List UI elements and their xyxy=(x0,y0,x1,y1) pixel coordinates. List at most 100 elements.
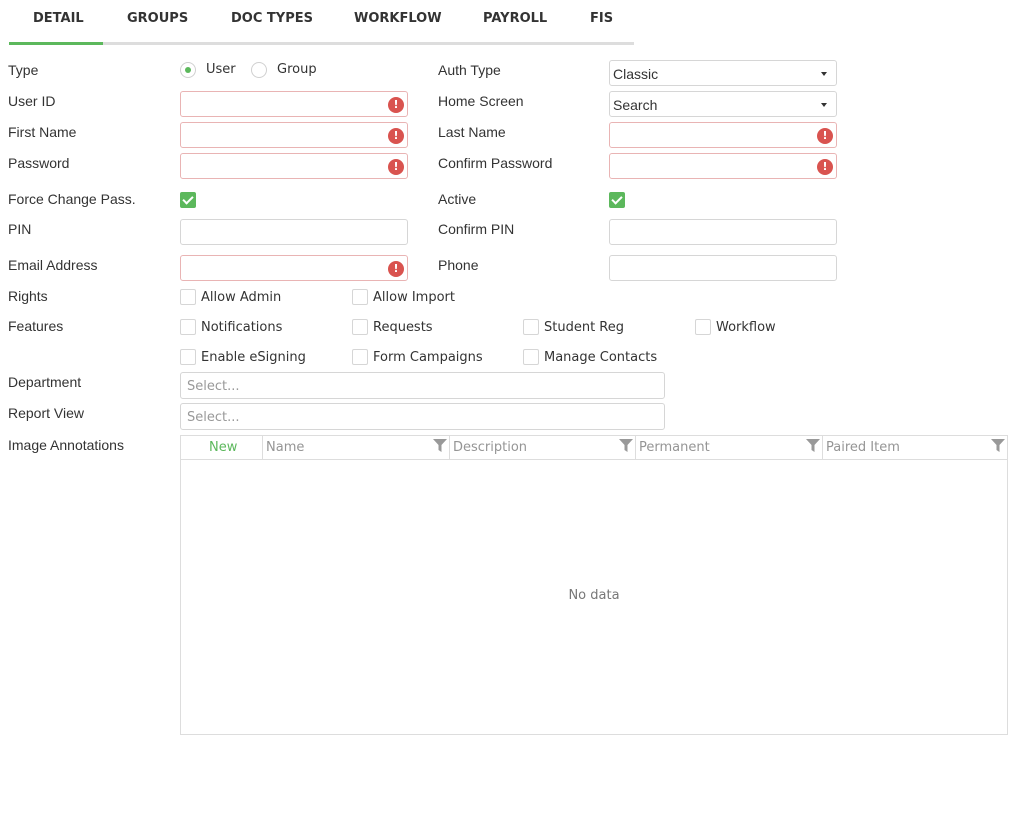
report-view-select[interactable]: Select... xyxy=(180,403,665,430)
pin-field-wrapper xyxy=(180,219,408,245)
force-change-label: Force Change Pass. xyxy=(8,191,136,207)
confirm-password-label: Confirm Password xyxy=(438,155,553,171)
force-change-checkbox[interactable] xyxy=(180,192,196,208)
tab-doc-types[interactable]: DOC TYPES xyxy=(231,11,313,33)
manage-contacts-checkbox[interactable] xyxy=(523,349,539,365)
rights-label: Rights xyxy=(8,288,48,304)
user-id-field-wrapper: ! xyxy=(180,91,408,117)
tab-payroll[interactable]: PAYROLL xyxy=(483,11,547,33)
phone-field[interactable] xyxy=(610,256,836,280)
error-icon: ! xyxy=(388,261,404,277)
filter-icon[interactable] xyxy=(619,439,633,452)
notifications-checkbox[interactable] xyxy=(180,319,196,335)
tab-groups[interactable]: GROUPS xyxy=(127,11,188,33)
error-icon: ! xyxy=(817,159,833,175)
grid-command-column: New xyxy=(181,436,262,460)
enable-esigning-label[interactable]: Enable eSigning xyxy=(201,350,306,365)
home-screen-select[interactable]: Search xyxy=(609,91,837,117)
column-header-label: Description xyxy=(453,440,528,455)
password-label: Password xyxy=(8,155,70,171)
student-reg-label[interactable]: Student Reg xyxy=(544,320,624,335)
allow-import-checkbox[interactable] xyxy=(352,289,368,305)
allow-admin-label[interactable]: Allow Admin xyxy=(201,290,281,305)
auth-type-value: Classic xyxy=(613,66,659,82)
department-label: Department xyxy=(8,374,82,390)
type-user-radio[interactable] xyxy=(180,62,196,78)
last-name-field-wrapper: ! xyxy=(609,122,837,148)
student-reg-checkbox[interactable] xyxy=(523,319,539,335)
error-icon: ! xyxy=(388,159,404,175)
column-header-description[interactable]: Description xyxy=(449,436,635,460)
column-header-paired-item[interactable]: Paired Item xyxy=(822,436,1007,460)
home-screen-value: Search xyxy=(613,97,658,113)
active-label: Active xyxy=(438,191,477,207)
email-label: Email Address xyxy=(8,257,98,273)
grid-empty-message: No data xyxy=(568,588,620,603)
pin-field[interactable] xyxy=(181,220,407,244)
active-checkbox[interactable] xyxy=(609,192,625,208)
confirm-password-field-wrapper: ! xyxy=(609,153,837,179)
user-id-field[interactable] xyxy=(181,92,407,116)
allow-import-label[interactable]: Allow Import xyxy=(373,290,455,305)
password-field-wrapper: ! xyxy=(180,153,408,179)
tab-fis[interactable]: FIS xyxy=(590,11,613,33)
home-screen-label: Home Screen xyxy=(438,93,524,109)
filter-icon[interactable] xyxy=(806,439,820,452)
type-group-radio[interactable] xyxy=(251,62,267,78)
column-header-label: Paired Item xyxy=(826,440,900,455)
report-view-placeholder: Select... xyxy=(187,410,240,425)
last-name-label: Last Name xyxy=(438,124,506,140)
grid-header: New Name Description Permanent Paired It… xyxy=(181,436,1007,460)
requests-checkbox[interactable] xyxy=(352,319,368,335)
department-placeholder: Select... xyxy=(187,379,240,394)
confirm-pin-field-wrapper xyxy=(609,219,837,245)
workflow-label[interactable]: Workflow xyxy=(716,320,776,335)
notifications-label[interactable]: Notifications xyxy=(201,320,282,335)
new-button[interactable]: New xyxy=(209,440,237,455)
column-header-name[interactable]: Name xyxy=(262,436,449,460)
workflow-checkbox[interactable] xyxy=(695,319,711,335)
manage-contacts-label[interactable]: Manage Contacts xyxy=(544,350,657,365)
enable-esigning-checkbox[interactable] xyxy=(180,349,196,365)
requests-label[interactable]: Requests xyxy=(373,320,433,335)
auth-type-select[interactable]: Classic xyxy=(609,60,837,86)
features-label: Features xyxy=(8,318,64,334)
pin-label: PIN xyxy=(8,221,32,237)
active-tab-indicator xyxy=(9,42,103,45)
confirm-password-field[interactable] xyxy=(610,154,836,178)
allow-admin-checkbox[interactable] xyxy=(180,289,196,305)
phone-field-wrapper xyxy=(609,255,837,281)
error-icon: ! xyxy=(388,97,404,113)
email-field[interactable] xyxy=(181,256,407,280)
chevron-down-icon xyxy=(821,72,827,76)
filter-icon[interactable] xyxy=(433,439,447,452)
auth-type-label: Auth Type xyxy=(438,62,501,78)
department-select[interactable]: Select... xyxy=(180,372,665,399)
confirm-pin-field[interactable] xyxy=(610,220,836,244)
tab-detail[interactable]: DETAIL xyxy=(33,11,84,33)
first-name-field[interactable] xyxy=(181,123,407,147)
type-label: Type xyxy=(8,62,39,78)
tab-workflow[interactable]: WORKFLOW xyxy=(354,11,442,33)
image-annotations-grid: New Name Description Permanent Paired It… xyxy=(180,435,1008,735)
phone-label: Phone xyxy=(438,257,479,273)
first-name-field-wrapper: ! xyxy=(180,122,408,148)
column-header-label: Name xyxy=(266,440,305,455)
form-campaigns-label[interactable]: Form Campaigns xyxy=(373,350,483,365)
last-name-field[interactable] xyxy=(610,123,836,147)
error-icon: ! xyxy=(817,128,833,144)
confirm-pin-label: Confirm PIN xyxy=(438,221,515,237)
image-annotations-label: Image Annotations xyxy=(8,437,124,453)
email-field-wrapper: ! xyxy=(180,255,408,281)
chevron-down-icon xyxy=(821,103,827,107)
type-group-label[interactable]: Group xyxy=(277,62,317,77)
column-header-label: Permanent xyxy=(639,440,710,455)
filter-icon[interactable] xyxy=(991,439,1005,452)
password-field[interactable] xyxy=(181,154,407,178)
type-user-label[interactable]: User xyxy=(206,62,236,77)
form-campaigns-checkbox[interactable] xyxy=(352,349,368,365)
error-icon: ! xyxy=(388,128,404,144)
user-id-label: User ID xyxy=(8,93,56,109)
column-header-permanent[interactable]: Permanent xyxy=(635,436,822,460)
report-view-label: Report View xyxy=(8,405,85,421)
